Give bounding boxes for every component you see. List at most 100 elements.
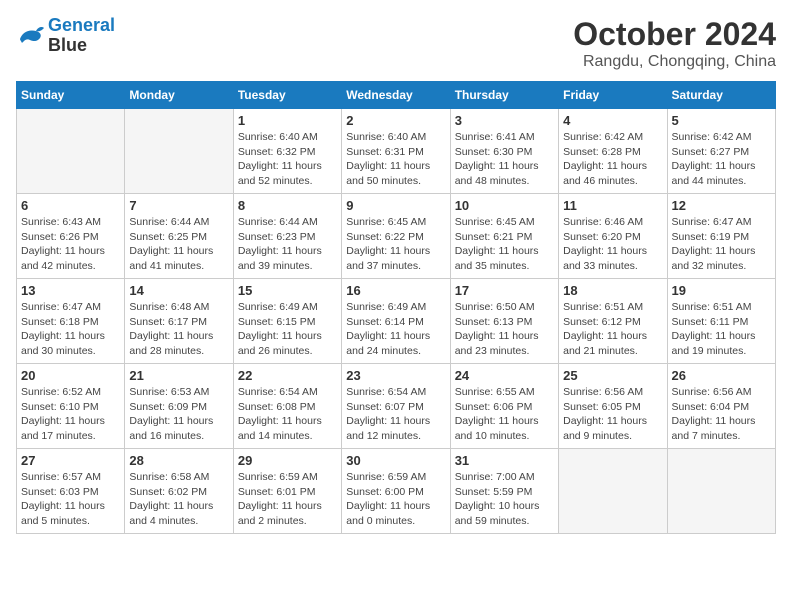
- day-number: 3: [455, 113, 554, 128]
- day-number: 7: [129, 198, 228, 213]
- day-info: Sunrise: 6:40 AM Sunset: 6:32 PM Dayligh…: [238, 130, 337, 189]
- day-number: 28: [129, 453, 228, 468]
- calendar-day-cell: 26 Sunrise: 6:56 AM Sunset: 6:04 PM Dayli…: [667, 364, 775, 449]
- day-info: Sunrise: 6:47 AM Sunset: 6:18 PM Dayligh…: [21, 300, 120, 359]
- day-number: 21: [129, 368, 228, 383]
- calendar-day-cell: 7 Sunrise: 6:44 AM Sunset: 6:25 PM Daylig…: [125, 194, 233, 279]
- calendar-day-cell: 24Sunrise: 6:55 AM Sunset: 6:06 PM Dayli…: [450, 364, 558, 449]
- calendar-day-cell: 28 Sunrise: 6:58 AM Sunset: 6:02 PM Dayli…: [125, 449, 233, 534]
- day-number: 6: [21, 198, 120, 213]
- calendar-week-row: 1 Sunrise: 6:40 AM Sunset: 6:32 PM Daylig…: [17, 109, 776, 194]
- calendar-day-cell: 5 Sunrise: 6:42 AM Sunset: 6:27 PM Daylig…: [667, 109, 775, 194]
- day-number: 27: [21, 453, 120, 468]
- day-info: Sunrise: 6:51 AM Sunset: 6:12 PM Dayligh…: [563, 300, 662, 359]
- day-info: Sunrise: 6:50 AM Sunset: 6:13 PM Dayligh…: [455, 300, 554, 359]
- calendar-week-row: 6 Sunrise: 6:43 AM Sunset: 6:26 PM Daylig…: [17, 194, 776, 279]
- calendar-day-cell: 4Sunrise: 6:42 AM Sunset: 6:28 PM Daylig…: [559, 109, 667, 194]
- day-number: 25: [563, 368, 662, 383]
- calendar-day-cell: [559, 449, 667, 534]
- calendar-day-cell: 22 Sunrise: 6:54 AM Sunset: 6:08 PM Dayli…: [233, 364, 341, 449]
- calendar-day-cell: 9 Sunrise: 6:45 AM Sunset: 6:22 PM Daylig…: [342, 194, 450, 279]
- day-number: 2: [346, 113, 445, 128]
- calendar-day-cell: 2Sunrise: 6:40 AM Sunset: 6:31 PM Daylig…: [342, 109, 450, 194]
- day-of-week-header: Tuesday: [233, 82, 341, 109]
- day-number: 20: [21, 368, 120, 383]
- calendar-day-cell: 21Sunrise: 6:53 AM Sunset: 6:09 PM Dayli…: [125, 364, 233, 449]
- calendar-day-cell: 15 Sunrise: 6:49 AM Sunset: 6:15 PM Dayli…: [233, 279, 341, 364]
- day-number: 15: [238, 283, 337, 298]
- day-info: Sunrise: 6:56 AM Sunset: 6:04 PM Dayligh…: [672, 385, 771, 444]
- day-number: 23: [346, 368, 445, 383]
- calendar-day-cell: 1 Sunrise: 6:40 AM Sunset: 6:32 PM Daylig…: [233, 109, 341, 194]
- day-info: Sunrise: 7:00 AM Sunset: 5:59 PM Dayligh…: [455, 470, 554, 529]
- day-of-week-header: Wednesday: [342, 82, 450, 109]
- day-number: 9: [346, 198, 445, 213]
- day-info: Sunrise: 6:43 AM Sunset: 6:26 PM Dayligh…: [21, 215, 120, 274]
- day-number: 8: [238, 198, 337, 213]
- day-of-week-header: Friday: [559, 82, 667, 109]
- day-info: Sunrise: 6:45 AM Sunset: 6:22 PM Dayligh…: [346, 215, 445, 274]
- logo-bird-icon: [16, 25, 44, 47]
- day-info: Sunrise: 6:52 AM Sunset: 6:10 PM Dayligh…: [21, 385, 120, 444]
- calendar-day-cell: 23 Sunrise: 6:54 AM Sunset: 6:07 PM Dayli…: [342, 364, 450, 449]
- calendar-day-cell: 8 Sunrise: 6:44 AM Sunset: 6:23 PM Daylig…: [233, 194, 341, 279]
- day-of-week-header: Monday: [125, 82, 233, 109]
- calendar-day-cell: 17 Sunrise: 6:50 AM Sunset: 6:13 PM Dayli…: [450, 279, 558, 364]
- day-number: 14: [129, 283, 228, 298]
- calendar-day-cell: 25Sunrise: 6:56 AM Sunset: 6:05 PM Dayli…: [559, 364, 667, 449]
- day-info: Sunrise: 6:54 AM Sunset: 6:08 PM Dayligh…: [238, 385, 337, 444]
- day-number: 13: [21, 283, 120, 298]
- day-of-week-header: Saturday: [667, 82, 775, 109]
- day-number: 11: [563, 198, 662, 213]
- title-block: October 2024 Rangdu, Chongqing, China: [573, 16, 776, 71]
- day-info: Sunrise: 6:45 AM Sunset: 6:21 PM Dayligh…: [455, 215, 554, 274]
- calendar-day-cell: 16Sunrise: 6:49 AM Sunset: 6:14 PM Dayli…: [342, 279, 450, 364]
- logo-line2: Blue: [48, 36, 115, 56]
- day-info: Sunrise: 6:59 AM Sunset: 6:00 PM Dayligh…: [346, 470, 445, 529]
- calendar-day-cell: [125, 109, 233, 194]
- calendar-week-row: 27 Sunrise: 6:57 AM Sunset: 6:03 PM Dayli…: [17, 449, 776, 534]
- day-info: Sunrise: 6:55 AM Sunset: 6:06 PM Dayligh…: [455, 385, 554, 444]
- day-number: 1: [238, 113, 337, 128]
- day-info: Sunrise: 6:57 AM Sunset: 6:03 PM Dayligh…: [21, 470, 120, 529]
- day-of-week-header: Sunday: [17, 82, 125, 109]
- calendar-day-cell: 29 Sunrise: 6:59 AM Sunset: 6:01 PM Dayli…: [233, 449, 341, 534]
- calendar-day-cell: 20 Sunrise: 6:52 AM Sunset: 6:10 PM Dayli…: [17, 364, 125, 449]
- day-number: 31: [455, 453, 554, 468]
- day-of-week-header: Thursday: [450, 82, 558, 109]
- day-number: 18: [563, 283, 662, 298]
- header-row: SundayMondayTuesdayWednesdayThursdayFrid…: [17, 82, 776, 109]
- day-number: 12: [672, 198, 771, 213]
- calendar-day-cell: 18 Sunrise: 6:51 AM Sunset: 6:12 PM Dayli…: [559, 279, 667, 364]
- calendar-table: SundayMondayTuesdayWednesdayThursdayFrid…: [16, 81, 776, 534]
- day-number: 29: [238, 453, 337, 468]
- day-info: Sunrise: 6:59 AM Sunset: 6:01 PM Dayligh…: [238, 470, 337, 529]
- page-header: General Blue October 2024 Rangdu, Chongq…: [16, 16, 776, 71]
- day-info: Sunrise: 6:48 AM Sunset: 6:17 PM Dayligh…: [129, 300, 228, 359]
- day-number: 17: [455, 283, 554, 298]
- day-number: 30: [346, 453, 445, 468]
- logo-text: General Blue: [48, 16, 115, 56]
- day-number: 26: [672, 368, 771, 383]
- calendar-day-cell: 3 Sunrise: 6:41 AM Sunset: 6:30 PM Daylig…: [450, 109, 558, 194]
- day-info: Sunrise: 6:44 AM Sunset: 6:25 PM Dayligh…: [129, 215, 228, 274]
- calendar-day-cell: [17, 109, 125, 194]
- day-info: Sunrise: 6:44 AM Sunset: 6:23 PM Dayligh…: [238, 215, 337, 274]
- calendar-day-cell: [667, 449, 775, 534]
- day-info: Sunrise: 6:49 AM Sunset: 6:15 PM Dayligh…: [238, 300, 337, 359]
- day-info: Sunrise: 6:46 AM Sunset: 6:20 PM Dayligh…: [563, 215, 662, 274]
- calendar-header: SundayMondayTuesdayWednesdayThursdayFrid…: [17, 82, 776, 109]
- calendar-day-cell: 19Sunrise: 6:51 AM Sunset: 6:11 PM Dayli…: [667, 279, 775, 364]
- day-info: Sunrise: 6:54 AM Sunset: 6:07 PM Dayligh…: [346, 385, 445, 444]
- calendar-day-cell: 6 Sunrise: 6:43 AM Sunset: 6:26 PM Daylig…: [17, 194, 125, 279]
- day-number: 22: [238, 368, 337, 383]
- day-info: Sunrise: 6:58 AM Sunset: 6:02 PM Dayligh…: [129, 470, 228, 529]
- day-info: Sunrise: 6:41 AM Sunset: 6:30 PM Dayligh…: [455, 130, 554, 189]
- day-number: 10: [455, 198, 554, 213]
- calendar-week-row: 13 Sunrise: 6:47 AM Sunset: 6:18 PM Dayli…: [17, 279, 776, 364]
- day-info: Sunrise: 6:49 AM Sunset: 6:14 PM Dayligh…: [346, 300, 445, 359]
- calendar-day-cell: 13 Sunrise: 6:47 AM Sunset: 6:18 PM Dayli…: [17, 279, 125, 364]
- day-info: Sunrise: 6:42 AM Sunset: 6:27 PM Dayligh…: [672, 130, 771, 189]
- day-number: 5: [672, 113, 771, 128]
- calendar-body: 1 Sunrise: 6:40 AM Sunset: 6:32 PM Daylig…: [17, 109, 776, 534]
